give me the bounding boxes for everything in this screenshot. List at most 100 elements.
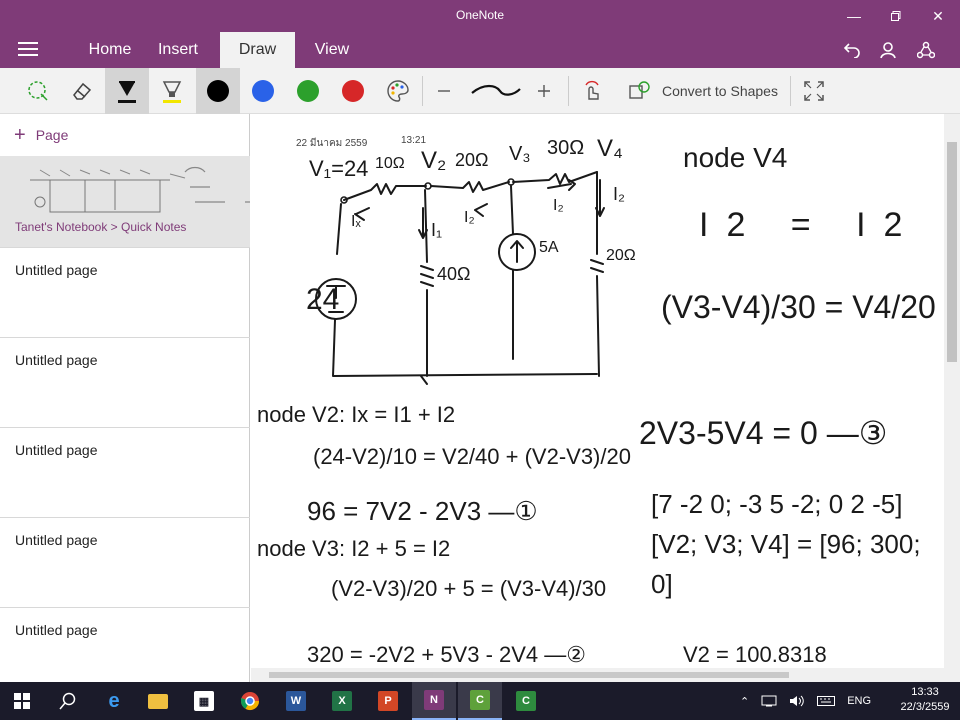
network-icon[interactable] bbox=[761, 695, 777, 707]
page-list-sidebar: + Page Tanet's Notebook > Quick Notes Un… bbox=[0, 114, 250, 682]
windows-logo-icon bbox=[14, 693, 30, 709]
title-bar: OneNote — ✕ bbox=[0, 0, 960, 32]
svg-text:I₂: I₂ bbox=[464, 209, 475, 226]
color-black-button[interactable] bbox=[196, 68, 240, 114]
svg-text:V₂: V₂ bbox=[421, 147, 446, 174]
ink-node-v2: node V2: Ix = I1 + I2 bbox=[257, 402, 456, 427]
hamburger-menu-icon[interactable] bbox=[18, 42, 38, 56]
color-green-button[interactable] bbox=[286, 68, 330, 114]
undo-icon[interactable] bbox=[840, 38, 864, 62]
thicker-stroke-button[interactable] bbox=[522, 68, 566, 114]
color-red-button[interactable] bbox=[331, 68, 375, 114]
breadcrumb[interactable]: Tanet's Notebook > Quick Notes bbox=[15, 220, 186, 234]
svg-text:V₄: V₄ bbox=[597, 135, 623, 162]
clock-date: 22/3/2559 bbox=[900, 701, 950, 713]
tab-draw[interactable]: Draw bbox=[220, 32, 295, 68]
color-black-icon bbox=[207, 80, 229, 102]
camtasia-recorder-icon: C bbox=[516, 691, 536, 711]
start-button[interactable] bbox=[0, 682, 44, 720]
close-button[interactable]: ✕ bbox=[918, 0, 958, 32]
svg-text:30Ω: 30Ω bbox=[547, 137, 584, 159]
palette-icon[interactable] bbox=[376, 68, 420, 114]
convert-to-shapes-button[interactable]: Convert to Shapes bbox=[628, 68, 778, 114]
restore-icon bbox=[891, 11, 901, 21]
eraser-icon[interactable] bbox=[60, 68, 104, 114]
horizontal-scrollbar[interactable] bbox=[251, 668, 960, 682]
user-icon[interactable] bbox=[876, 38, 900, 62]
show-hidden-icons-icon[interactable]: ⌃ bbox=[740, 695, 749, 708]
taskbar-word[interactable]: W bbox=[274, 682, 318, 720]
note-canvas[interactable]: 22 มีนาคม 2559 13:21 24 V₁=24 10Ω V₂ 20Ω… bbox=[251, 114, 944, 668]
chrome-icon bbox=[241, 692, 259, 711]
fullscreen-icon[interactable] bbox=[792, 68, 836, 114]
list-item-page[interactable]: Untitled page bbox=[0, 338, 250, 428]
taskbar-edge[interactable]: e bbox=[92, 682, 136, 720]
circuit-diagram: 24 V₁=24 10Ω V₂ 20Ω V₃ 30Ω V₄ Iₓ I₂ I₂ I… bbox=[306, 135, 636, 385]
svg-text:I₂: I₂ bbox=[613, 184, 625, 204]
list-item-page[interactable]: Untitled page bbox=[0, 518, 250, 608]
page-thumbnail-current[interactable]: Tanet's Notebook > Quick Notes bbox=[0, 156, 250, 248]
pen-icon[interactable] bbox=[105, 68, 149, 114]
powerpoint-icon: P bbox=[378, 691, 398, 711]
svg-text:20Ω: 20Ω bbox=[455, 150, 488, 170]
system-tray: ⌃ ENG bbox=[740, 682, 871, 720]
tab-view[interactable]: View bbox=[304, 32, 360, 68]
edge-icon: e bbox=[108, 689, 120, 712]
search-button[interactable] bbox=[46, 682, 90, 720]
system-clock[interactable]: 13:33 22/3/2559 bbox=[895, 685, 955, 715]
taskbar-chrome[interactable] bbox=[228, 682, 272, 720]
keyboard-icon[interactable] bbox=[817, 695, 836, 707]
restore-button[interactable] bbox=[876, 0, 916, 32]
ink-eq-kcl-v2: (24-V2)/10 = V2/40 + (V2-V3)/20 bbox=[313, 444, 631, 469]
share-icon[interactable] bbox=[914, 38, 938, 62]
input-language[interactable]: ENG bbox=[847, 695, 871, 707]
list-item-page[interactable]: Untitled page bbox=[0, 248, 250, 338]
ink-eq-i2: I2 = I2 bbox=[699, 206, 921, 244]
thinner-stroke-button[interactable] bbox=[422, 68, 466, 114]
taskbar-powerpoint[interactable]: P bbox=[366, 682, 410, 720]
ink-matrix-equation: [7 -2 0; -3 5 -2; 0 2 -5][V2; V3; V4] = … bbox=[651, 489, 921, 599]
taskbar-camtasia-2[interactable]: C bbox=[504, 682, 548, 720]
svg-text:I₂: I₂ bbox=[553, 197, 564, 214]
tab-insert[interactable]: Insert bbox=[146, 32, 210, 68]
word-icon: W bbox=[286, 691, 306, 711]
plus-icon: + bbox=[14, 124, 26, 146]
vertical-scrollbar[interactable] bbox=[944, 114, 960, 668]
search-icon bbox=[59, 692, 76, 710]
taskbar-camtasia-1[interactable]: C bbox=[458, 682, 502, 720]
svg-text:Iₓ: Iₓ bbox=[351, 213, 361, 230]
color-green-icon bbox=[297, 80, 319, 102]
svg-text:20Ω: 20Ω bbox=[606, 247, 636, 264]
ink-eq-2: 320 = -2V2 + 5V3 - 2V4 —② bbox=[307, 642, 586, 667]
touch-drawing-icon[interactable] bbox=[570, 68, 614, 114]
taskbar-file-explorer[interactable] bbox=[136, 682, 180, 720]
taskbar-store[interactable]: ▦ bbox=[182, 682, 226, 720]
minimize-button[interactable]: — bbox=[834, 0, 874, 32]
svg-text:40Ω: 40Ω bbox=[437, 264, 470, 284]
color-blue-button[interactable] bbox=[241, 68, 285, 114]
svg-text:V₃: V₃ bbox=[509, 143, 530, 165]
taskbar-onenote[interactable]: N bbox=[412, 682, 456, 720]
onenote-icon: N bbox=[424, 690, 444, 710]
add-page-button[interactable]: + Page bbox=[0, 114, 250, 156]
shapes-icon bbox=[629, 81, 650, 99]
volume-icon[interactable] bbox=[789, 695, 805, 707]
draw-toolbar: Convert to Shapes bbox=[0, 68, 960, 114]
clock-time: 13:33 bbox=[911, 686, 939, 698]
convert-to-shapes-label: Convert to Shapes bbox=[662, 83, 778, 99]
taskbar-excel[interactable]: X bbox=[320, 682, 364, 720]
page-title: Untitled page bbox=[15, 622, 98, 638]
vertical-scrollbar-thumb[interactable] bbox=[947, 142, 957, 362]
svg-text:10Ω: 10Ω bbox=[375, 155, 405, 172]
list-item-page[interactable]: Untitled page bbox=[0, 428, 250, 518]
page-title: Untitled page bbox=[15, 532, 98, 548]
ink-result-v2: V2 = 100.8318 bbox=[683, 642, 827, 667]
page-title: Untitled page bbox=[15, 442, 98, 458]
lasso-select-icon[interactable] bbox=[16, 68, 60, 114]
horizontal-scrollbar-thumb[interactable] bbox=[269, 672, 789, 678]
svg-text:24: 24 bbox=[306, 283, 339, 316]
page-title: Untitled page bbox=[15, 262, 98, 278]
camtasia-icon: C bbox=[470, 690, 490, 710]
tab-home[interactable]: Home bbox=[62, 32, 158, 68]
highlighter-icon[interactable] bbox=[150, 68, 194, 114]
